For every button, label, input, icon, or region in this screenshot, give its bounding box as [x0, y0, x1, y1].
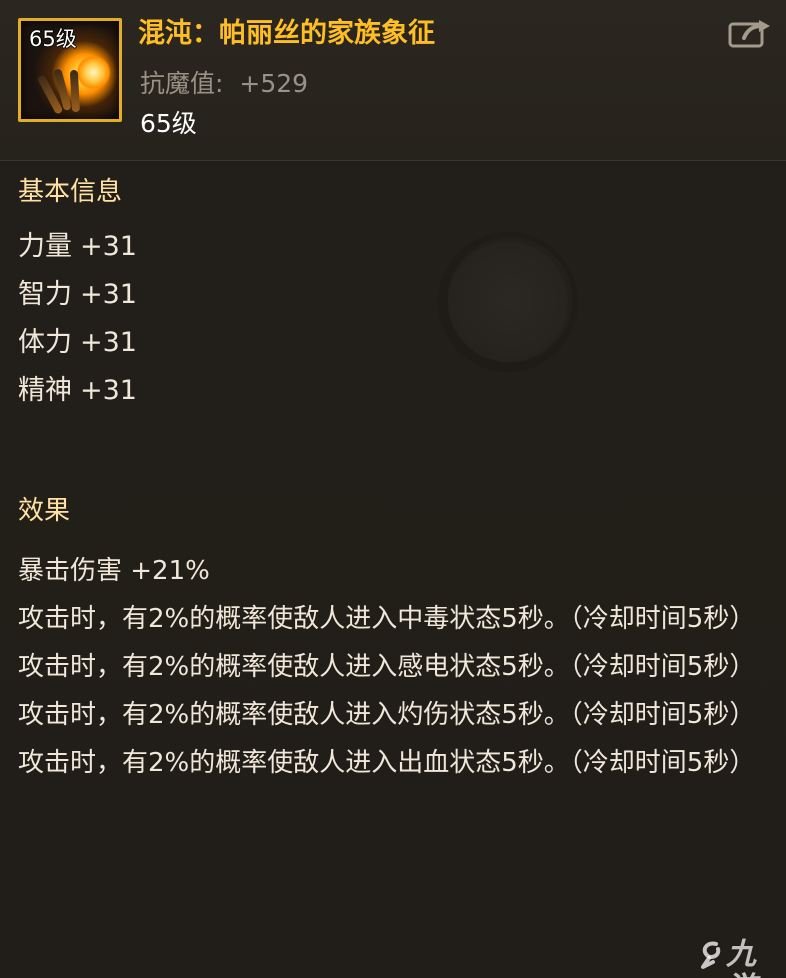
stat-spirit: 精神 +31: [18, 373, 137, 409]
stat-value: +31: [80, 327, 137, 358]
effect-bleed: 攻击时，有2%的概率使敌人进入出血状态5秒。（冷却时间5秒）: [18, 748, 756, 778]
item-name: 混沌：帕丽丝的家族象征: [138, 18, 435, 49]
stat-name: 智力: [18, 279, 72, 310]
stat-strength: 力量 +31: [18, 229, 137, 265]
item-level: 65级: [140, 109, 197, 138]
item-icon: 65级: [18, 18, 122, 122]
resistance-stat: 抗魔值: +529: [140, 66, 308, 102]
effect-critical-damage: 暴击伤害 +21%: [18, 556, 210, 586]
resistance-label: 抗魔值:: [140, 69, 224, 98]
stat-value: +31: [80, 375, 137, 406]
effects-title: 效果: [18, 496, 71, 526]
effect-poison: 攻击时，有2%的概率使敌人进入中毒状态5秒。（冷却时间5秒）: [18, 604, 756, 634]
background-emblem: [438, 232, 578, 372]
item-tooltip-panel: 65级 混沌：帕丽丝的家族象征 抗魔值: +529 65级 基本信息 力量 +31…: [0, 0, 786, 978]
stat-intelligence: 智力 +31: [18, 277, 137, 313]
jiuyou-logo-icon: [701, 941, 721, 969]
effects-list: 暴击伤害 +21% 攻击时，有2%的概率使敌人进入中毒状态5秒。（冷却时间5秒）…: [18, 547, 768, 787]
stat-vitality: 体力 +31: [18, 325, 137, 361]
resistance-value: +529: [239, 69, 309, 98]
watermark-text: 九游: [726, 937, 756, 978]
item-header: 65级 混沌：帕丽丝的家族象征 抗魔值: +529 65级: [0, 0, 786, 161]
share-icon[interactable]: [728, 16, 772, 50]
stat-value: +31: [80, 279, 137, 310]
stat-value: +31: [80, 231, 137, 262]
stat-name: 精神: [18, 375, 72, 406]
watermark: 九游: [699, 938, 781, 978]
effect-shock: 攻击时，有2%的概率使敌人进入感电状态5秒。（冷却时间5秒）: [18, 652, 756, 682]
stat-name: 力量: [18, 231, 72, 262]
item-icon-level: 65级: [29, 27, 77, 51]
basic-info-title: 基本信息: [18, 177, 123, 207]
glowing-orb-icon: [76, 55, 111, 90]
effect-burn: 攻击时，有2%的概率使敌人进入灼伤状态5秒。（冷却时间5秒）: [18, 700, 756, 730]
stat-name: 体力: [18, 327, 72, 358]
